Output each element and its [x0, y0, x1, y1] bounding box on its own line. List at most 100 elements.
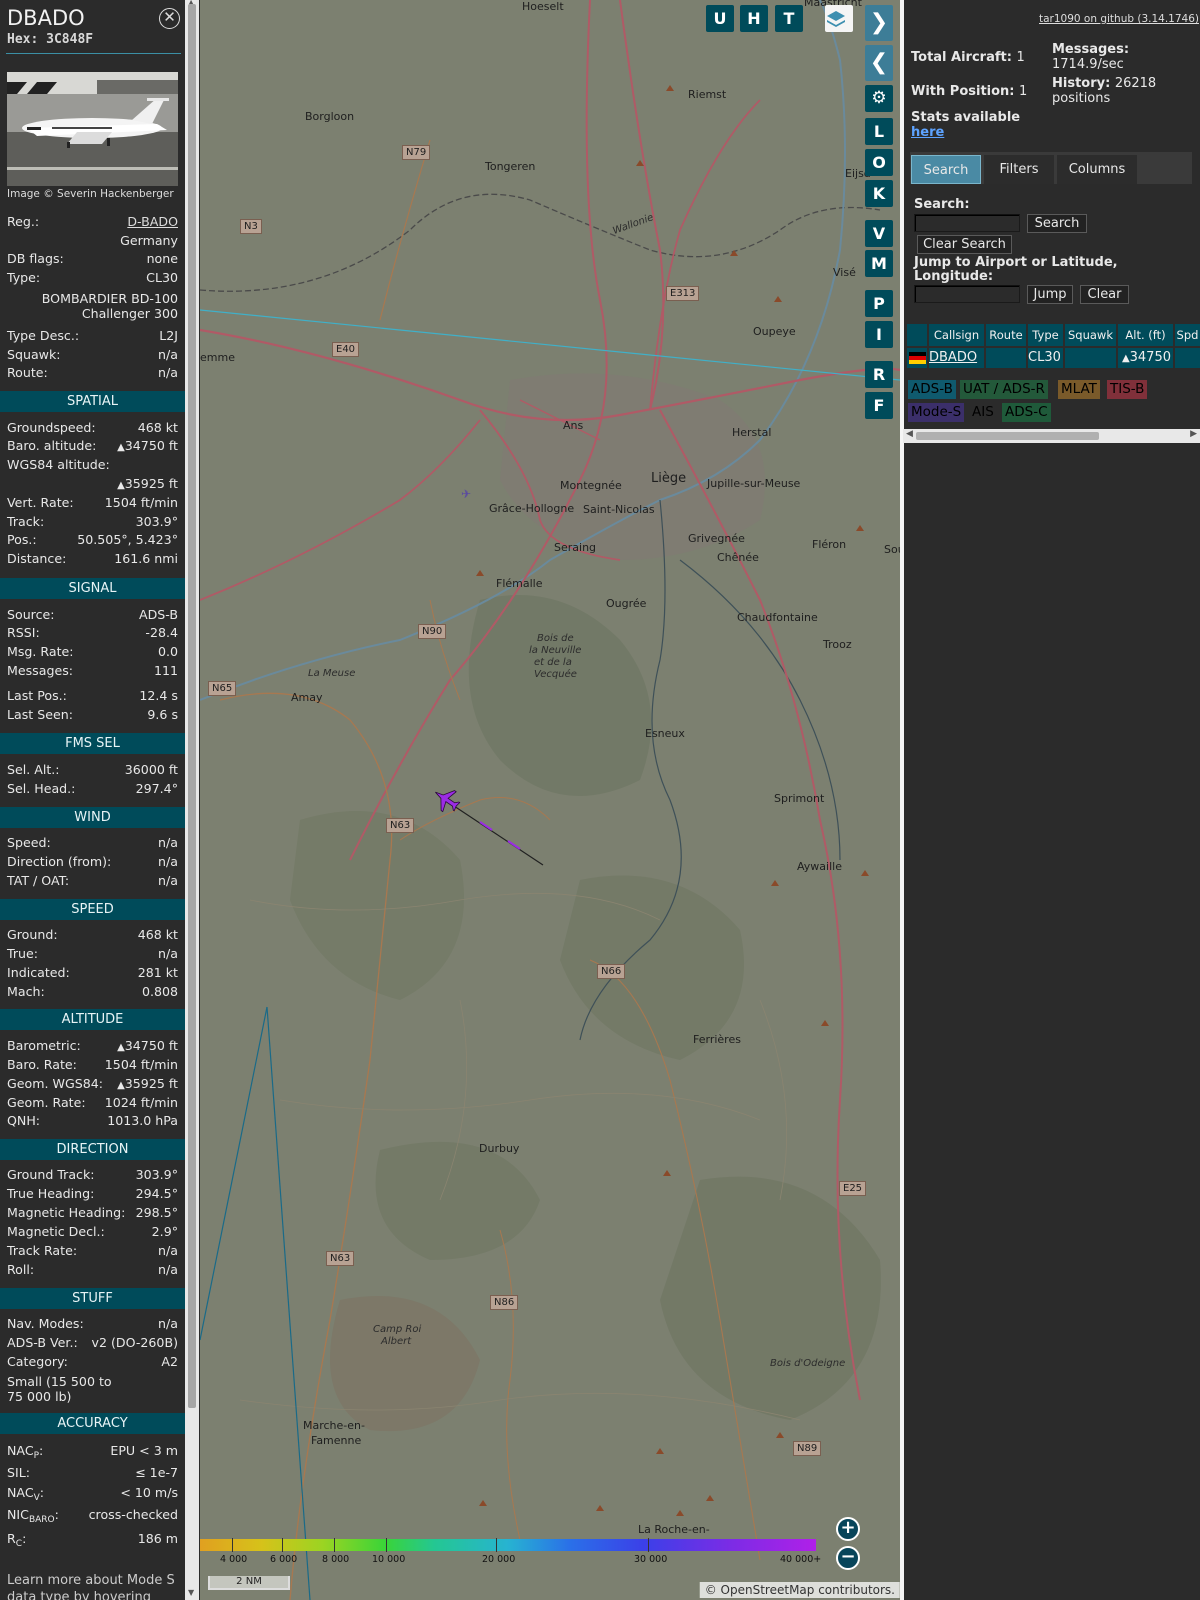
section-stuff: STUFF	[0, 1288, 185, 1309]
map-label-chenee: Chênée	[717, 551, 759, 564]
map-button-h[interactable]: H	[740, 5, 768, 32]
legend-adsb[interactable]: ADS-B	[908, 380, 956, 399]
table-row-altitude[interactable]: ▲34750	[1118, 348, 1173, 368]
map-button-f[interactable]: F	[865, 392, 893, 419]
legend-uat[interactable]: UAT / ADS-R	[960, 380, 1048, 399]
zoom-out-icon[interactable]: −	[836, 1546, 860, 1570]
info-panel-scrollbar[interactable]: ▲ ▼	[185, 0, 199, 1600]
roll-row: Roll: n/a	[7, 1262, 178, 1277]
tab-columns[interactable]: Columns	[1057, 155, 1137, 184]
table-row-callsign[interactable]: DBADO	[929, 348, 984, 368]
tab-filters[interactable]: Filters	[984, 155, 1054, 184]
alt-tick-6000: 6 000	[270, 1554, 298, 1565]
map-button-o[interactable]: O	[865, 149, 893, 176]
map-label-borgloon: Borgloon	[305, 110, 355, 123]
col-callsign[interactable]: Callsign	[929, 324, 984, 346]
map-button-r[interactable]: R	[865, 361, 893, 388]
barometric-row: Barometric: ▲34750 ft	[7, 1038, 178, 1053]
section-wind: WIND	[0, 807, 185, 828]
map-attribution[interactable]: © OpenStreetMap contributors.	[699, 1582, 900, 1598]
geom-row: Geom. WGS84: ▲35925 ft	[7, 1076, 178, 1091]
col-speed[interactable]: Spd	[1175, 324, 1200, 346]
legend-ais[interactable]: AIS	[969, 403, 997, 422]
map-button-i[interactable]: I	[865, 321, 893, 348]
clear-search-button[interactable]: Clear Search	[917, 235, 1012, 254]
search-input[interactable]	[914, 214, 1020, 232]
section-altitude: ALTITUDE	[0, 1009, 185, 1030]
road-shield-n90: N90	[418, 624, 447, 639]
aircraft-callsign: DBADO	[7, 6, 85, 30]
trate-row: Track Rate: n/a	[7, 1243, 178, 1258]
github-link[interactable]: tar1090 on github (3.14.1746)	[1039, 13, 1199, 25]
map-label-vise: Visé	[833, 266, 856, 279]
table-row-route[interactable]	[986, 348, 1026, 368]
col-type[interactable]: Type	[1028, 324, 1063, 346]
table-horizontal-scrollbar[interactable]: ◀ ▶	[903, 429, 1200, 443]
indicated-speed-row: Indicated: 281 kt	[7, 965, 178, 980]
jump-button[interactable]: Jump	[1027, 285, 1073, 304]
map-button-m[interactable]: M	[865, 250, 893, 277]
map-button-v[interactable]: V	[865, 220, 893, 247]
aircraft-photo[interactable]	[7, 72, 178, 186]
sidebar-splitter[interactable]	[900, 0, 904, 1600]
map-button-k[interactable]: K	[865, 180, 893, 207]
alt-tick-20000: 20 000	[482, 1554, 516, 1565]
map-label-bois-1: Bois de	[537, 633, 574, 644]
legend-modes[interactable]: Mode-S	[908, 403, 965, 422]
map-label-chaudfontaine: Chaudfontaine	[737, 611, 818, 624]
map-label-ferrieres: Ferrières	[693, 1033, 741, 1046]
category-desc-2: 75 000 lb)	[7, 1389, 72, 1404]
mdecl-row: Magnetic Decl.: 2.9°	[7, 1224, 178, 1239]
col-flag[interactable]	[907, 324, 927, 346]
layers-icon[interactable]	[825, 5, 853, 32]
search-button[interactable]: Search	[1027, 214, 1087, 233]
aircraft-info-panel: DBADO Hex: 3C848F ✕ Image © Severin Hack…	[0, 0, 185, 1600]
map-button-p[interactable]: P	[865, 290, 893, 317]
col-altitude[interactable]: Alt. (ft)	[1118, 324, 1173, 346]
map-label-camp-2: Albert	[381, 1336, 412, 1347]
type-name-2: Challenger 300	[81, 306, 178, 321]
tat-row: TAT / OAT: n/a	[7, 873, 178, 888]
chevron-right-icon[interactable]: ❯	[865, 5, 893, 41]
map-label-riemst: Riemst	[688, 88, 727, 101]
map-button-l[interactable]: L	[865, 118, 893, 145]
col-route[interactable]: Route	[986, 324, 1026, 346]
table-row-speed[interactable]	[1175, 348, 1200, 368]
jump-input[interactable]	[914, 285, 1020, 303]
wgs-label-row: WGS84 altitude:	[7, 457, 110, 472]
wind-dir-row: Direction (from): n/a	[7, 854, 178, 869]
map-label-herstal: Herstal	[732, 426, 772, 439]
registration-link[interactable]: D-BADO	[127, 213, 178, 231]
nic-row: NICBARO: cross-checked	[7, 1507, 178, 1525]
legend-adsc[interactable]: ADS-C	[1002, 403, 1051, 422]
mhead-row: Magnetic Heading: 298.5°	[7, 1205, 178, 1220]
clear-button[interactable]: Clear	[1080, 285, 1129, 304]
gear-icon[interactable]: ⚙	[865, 85, 893, 112]
legend-tisb[interactable]: TIS-B	[1107, 380, 1148, 399]
map-button-u[interactable]: U	[706, 5, 734, 32]
ground-speed-row: Ground: 468 kt	[7, 927, 178, 942]
track-row: Track: 303.9°	[7, 514, 178, 529]
with-position: With Position: 1	[911, 84, 1028, 99]
table-scrollbar-thumb[interactable]	[916, 432, 1099, 440]
table-row-type[interactable]: CL30	[1028, 348, 1063, 368]
scrollbar-thumb[interactable]	[188, 4, 196, 1408]
alt-tick-4000: 4 000	[220, 1554, 248, 1565]
messages-row: Messages: 111	[7, 663, 178, 678]
stats-link[interactable]: here	[911, 125, 944, 140]
map-canvas[interactable]: ✈ Hoeselt Maastricht Borgloon Riemst Ton…	[200, 0, 900, 1600]
tab-search[interactable]: Search	[911, 155, 981, 184]
close-icon[interactable]: ✕	[159, 8, 180, 29]
typedesc-row: Type Desc.: L2J	[7, 328, 178, 343]
map-label-remme: emme	[200, 351, 235, 364]
map-button-t[interactable]: T	[775, 5, 803, 32]
table-row-squawk[interactable]	[1065, 348, 1116, 368]
zoom-in-icon[interactable]: +	[836, 1517, 860, 1541]
legend-mlat[interactable]: MLAT	[1058, 380, 1100, 399]
section-speed: SPEED	[0, 899, 185, 920]
chevron-left-icon[interactable]: ❮	[865, 45, 893, 81]
dbflags-row: DB flags: none	[7, 251, 178, 266]
col-squawk[interactable]: Squawk	[1065, 324, 1116, 346]
road-shield-e25: E25	[839, 1181, 867, 1196]
road-shield-n89: N89	[793, 1441, 822, 1456]
